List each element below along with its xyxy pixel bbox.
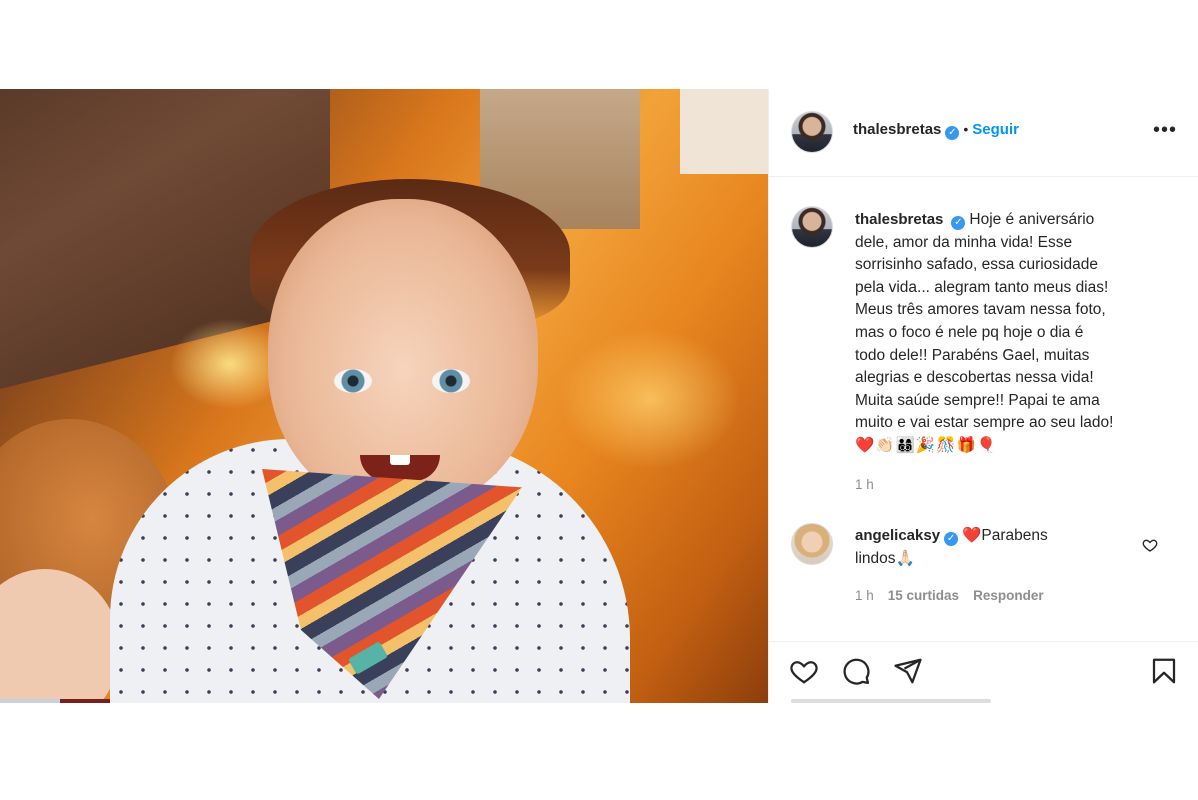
photo-blue-cloth xyxy=(0,699,60,703)
commenter-avatar[interactable] xyxy=(791,523,833,565)
photo-cabinet xyxy=(680,89,768,174)
caption-line: todo dele!! Parabéns Gael, muitas xyxy=(855,346,1090,364)
caption-emojis: ❤️👏🏻👨‍👩‍👦‍👦🎉🎊🎁🎈 xyxy=(855,436,998,454)
post-actions-bar xyxy=(769,641,1198,703)
comment-timestamp[interactable]: 1 h xyxy=(855,588,874,603)
bookmark-icon[interactable] xyxy=(1149,656,1179,686)
photo-baby-eye xyxy=(334,369,372,393)
caption-author-avatar[interactable] xyxy=(791,206,833,248)
author-avatar[interactable] xyxy=(791,111,833,153)
author-line: thalesbretas ✓ • Seguir xyxy=(853,121,1019,140)
caption-timestamp[interactable]: 1 h xyxy=(855,474,1175,497)
separator-dot: • xyxy=(963,121,969,137)
post-photo[interactable] xyxy=(0,89,768,703)
photo-floor-shine xyxy=(560,329,740,469)
caption-line: alegrias e descobertas nessa vida! xyxy=(855,369,1094,387)
caption-line: mas o foco é nele pq hoje o dia é xyxy=(855,323,1084,341)
author-username[interactable]: thalesbretas xyxy=(853,121,941,138)
verified-badge-icon: ✓ xyxy=(944,532,959,546)
verified-badge-icon: ✓ xyxy=(951,216,966,230)
photo-baby-eye xyxy=(432,369,470,393)
comment-meta: 1 h 15 curtidas Responder xyxy=(855,585,1145,608)
more-options-icon[interactable]: ••• xyxy=(1153,119,1177,142)
post-header: thalesbretas ✓ • Seguir ••• xyxy=(769,89,1198,177)
caption-line: muito e vai estar sempre ao seu lado! xyxy=(855,414,1114,432)
share-icon[interactable] xyxy=(893,656,923,686)
comment: angelicaksy ✓ ❤️Parabens lindos🙏🏻 1 h 15 cu… xyxy=(855,525,1145,608)
caption-line: Muita saúde sempre!! Papai te ama xyxy=(855,391,1100,409)
photo-baby-teeth xyxy=(390,455,410,465)
heart-icon[interactable] xyxy=(789,656,819,686)
caption-line: Hoje é aniversário xyxy=(969,211,1095,228)
commenter-username[interactable]: angelicaksy xyxy=(855,527,940,544)
comment-reply-button[interactable]: Responder xyxy=(973,588,1044,603)
caption-line: sorrisinho safado, essa curiosidade xyxy=(855,256,1098,274)
comment-likes[interactable]: 15 curtidas xyxy=(888,588,959,603)
comment-heart-emoji: ❤️ xyxy=(962,527,982,544)
caption-line: pela vida... alegram tanto meus dias! xyxy=(855,278,1109,296)
comment-icon[interactable] xyxy=(841,656,871,686)
comment-text-continued: lindos🙏🏻 xyxy=(855,549,915,567)
post-side-panel: thalesbretas ✓ • Seguir ••• thalesbretas ✓ Ho… xyxy=(768,89,1198,703)
caption-line: Meus três amores tavam nessa foto, xyxy=(855,301,1106,319)
verified-badge-icon: ✓ xyxy=(945,126,960,140)
likes-row-cutoff xyxy=(791,699,991,703)
caption-username[interactable]: thalesbretas xyxy=(855,211,943,228)
comment-like-heart-icon[interactable] xyxy=(1142,537,1158,553)
comment-text: Parabens xyxy=(981,527,1048,544)
post-caption: thalesbretas ✓ Hoje é aniversário dele, am… xyxy=(855,209,1175,496)
follow-button[interactable]: Seguir xyxy=(972,121,1019,138)
instagram-post: thalesbretas ✓ • Seguir ••• thalesbretas ✓ Ho… xyxy=(0,89,1198,703)
caption-line: dele, amor da minha vida! Esse xyxy=(855,233,1073,251)
